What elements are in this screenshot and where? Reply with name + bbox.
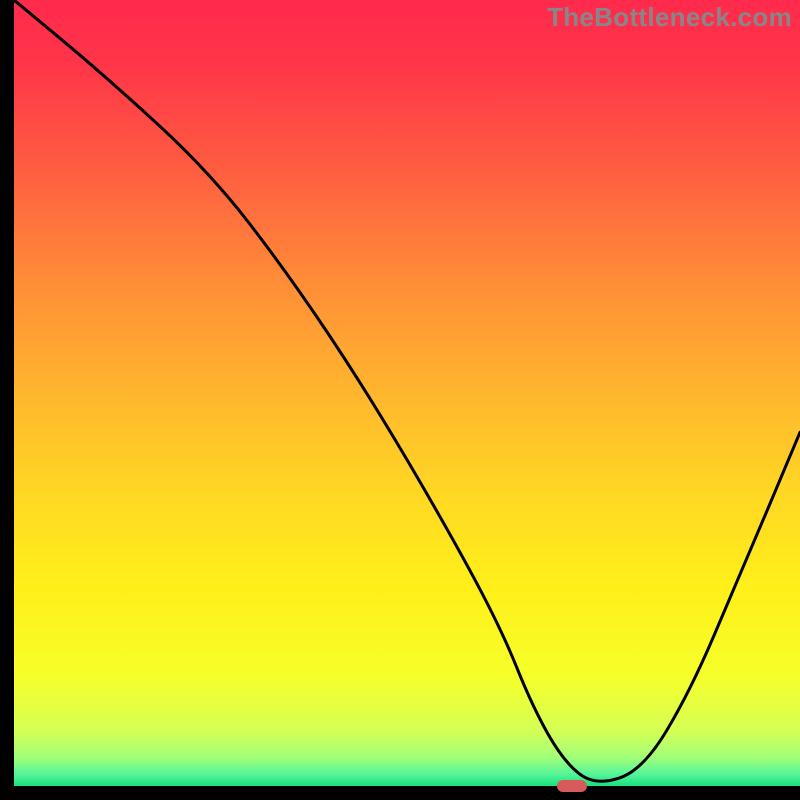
plot-background [14,0,800,786]
optimal-marker [557,780,587,792]
plot-svg [14,0,800,786]
plot-area [14,0,800,786]
watermark-label: TheBottleneck.com [547,2,792,33]
